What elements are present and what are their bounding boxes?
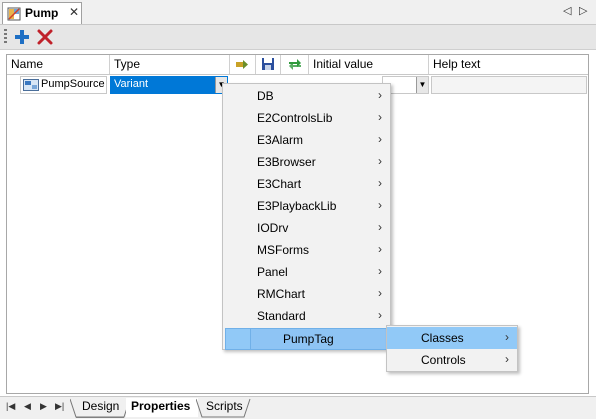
menu-item-label: Classes xyxy=(421,331,464,345)
menu-item-label: E3Browser xyxy=(257,155,316,169)
document-tab-title: Pump xyxy=(25,6,59,20)
menu-item-label: E3PlaybackLib xyxy=(257,199,337,213)
menu-item-label: Panel xyxy=(257,265,288,279)
menu-item-e3playbacklib[interactable]: E3PlaybackLib › xyxy=(223,195,390,217)
chevron-right-icon: › xyxy=(378,88,382,102)
toolbar xyxy=(0,25,596,50)
menu-item-classes[interactable]: Classes › xyxy=(387,327,517,349)
menu-item-label: RMChart xyxy=(257,287,306,301)
column-header-persist[interactable] xyxy=(256,55,281,74)
menu-item-iodrv[interactable]: IODrv › xyxy=(223,217,390,239)
menu-item-label: IODrv xyxy=(257,221,289,235)
document-tab-pump[interactable]: Pump ✕ xyxy=(2,2,82,24)
menu-item-label: Controls xyxy=(421,353,466,367)
chevron-right-icon: › xyxy=(378,198,382,212)
toolbar-grip[interactable] xyxy=(4,29,7,45)
initial-value-dropdown-arrow-icon[interactable]: ▼ xyxy=(416,77,428,93)
type-select-value: Variant xyxy=(114,78,149,90)
bottom-tab-bar: |◀ ◀ ▶ ▶| Design Properties Scripts xyxy=(0,396,596,419)
tab-properties[interactable]: Properties xyxy=(126,398,198,417)
menu-item-label: E2ControlsLib xyxy=(257,111,333,125)
column-header-type[interactable]: Type xyxy=(110,55,230,74)
last-tab-icon[interactable]: ▶| xyxy=(55,401,64,412)
chevron-right-icon: › xyxy=(378,110,382,124)
menu-item-label: MSForms xyxy=(257,243,309,257)
document-tab-strip: Pump ✕ ◁ ▷ xyxy=(0,0,596,25)
chevron-right-icon: › xyxy=(378,242,382,256)
chevron-right-icon: › xyxy=(378,220,382,234)
property-name-text: PumpSource xyxy=(41,78,105,90)
help-text-field[interactable] xyxy=(431,76,587,94)
property-icon xyxy=(23,79,39,91)
pumptag-submenu: Classes › Controls › xyxy=(386,325,518,372)
type-select[interactable]: Variant ▼ xyxy=(110,76,228,94)
previous-tab-icon[interactable]: ◀ xyxy=(24,401,31,412)
next-tab-icon[interactable]: ▶ xyxy=(40,401,47,412)
tab-scroll-left-icon[interactable]: ◁ xyxy=(563,4,571,17)
tab-design[interactable]: Design xyxy=(70,398,130,418)
chevron-right-icon: › xyxy=(505,352,509,366)
menu-item-panel[interactable]: Panel › xyxy=(223,261,390,283)
tab-properties-label: Properties xyxy=(131,399,191,413)
menu-item-e3chart[interactable]: E3Chart › xyxy=(223,173,390,195)
delete-property-button[interactable] xyxy=(35,27,55,47)
floppy-disk-icon xyxy=(262,58,274,70)
first-tab-icon[interactable]: |◀ xyxy=(6,401,15,412)
menu-item-label: E3Alarm xyxy=(257,133,304,147)
type-library-menu: DB › E2ControlsLib › E3Alarm › E3Browser › E… xyxy=(222,83,391,350)
menu-item-label: Standard xyxy=(257,309,306,323)
chevron-right-icon: › xyxy=(378,264,382,278)
grid-header: Name Type Initial value Help text xyxy=(7,55,588,75)
delete-x-icon xyxy=(37,29,53,45)
tab-scroll-right-icon[interactable]: ▷ xyxy=(579,4,587,17)
property-name-cell[interactable]: PumpSource xyxy=(20,76,107,94)
menu-item-controls[interactable]: Controls › xyxy=(387,349,517,371)
column-header-read[interactable] xyxy=(230,55,256,74)
tab-scripts-label: Scripts xyxy=(206,399,243,413)
chevron-right-icon: › xyxy=(378,176,382,190)
column-header-name[interactable]: Name xyxy=(7,55,110,74)
tab-scripts[interactable]: Scripts xyxy=(196,398,251,418)
menu-item-standard[interactable]: Standard › xyxy=(223,305,390,327)
menu-item-label: E3Chart xyxy=(257,177,302,191)
add-property-button[interactable] xyxy=(12,27,32,47)
tab-design-label: Design xyxy=(82,399,120,413)
menu-item-e3browser[interactable]: E3Browser › xyxy=(223,151,390,173)
chevron-right-icon: › xyxy=(378,286,382,300)
chevron-right-icon: › xyxy=(378,132,382,146)
menu-item-e3alarm[interactable]: E3Alarm › xyxy=(223,129,390,151)
sync-arrows-icon xyxy=(289,59,301,70)
plus-icon xyxy=(15,30,29,44)
read-arrow-icon xyxy=(236,60,248,69)
chevron-right-icon: › xyxy=(378,308,382,322)
column-header-sync[interactable] xyxy=(281,55,309,74)
column-header-help-text[interactable]: Help text xyxy=(429,55,588,74)
menu-item-msforms[interactable]: MSForms › xyxy=(223,239,390,261)
menu-item-db[interactable]: DB › xyxy=(223,85,390,107)
menu-item-label: PumpTag xyxy=(283,332,334,346)
close-tab-icon[interactable]: ✕ xyxy=(69,5,79,19)
screen-document-icon xyxy=(7,7,21,21)
menu-item-label: DB xyxy=(257,89,274,103)
menu-item-pumptag[interactable]: PumpTag xyxy=(223,328,390,350)
chevron-right-icon: › xyxy=(505,330,509,344)
column-header-initial-value[interactable]: Initial value xyxy=(309,55,429,74)
menu-item-rmchart[interactable]: RMChart › xyxy=(223,283,390,305)
menu-item-e2controlslib[interactable]: E2ControlsLib › xyxy=(223,107,390,129)
chevron-right-icon: › xyxy=(378,154,382,168)
